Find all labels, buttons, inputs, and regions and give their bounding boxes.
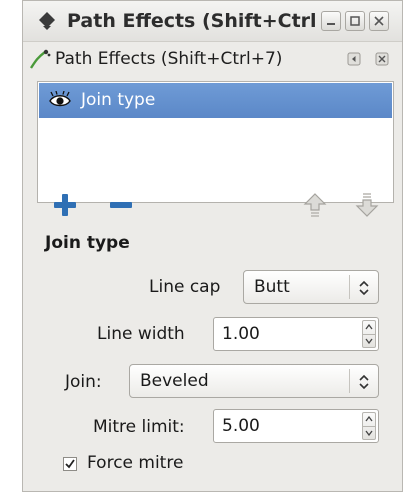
- add-effect-button[interactable]: [51, 191, 79, 219]
- combo-updown-icon: [359, 374, 369, 390]
- window-menu-icon[interactable]: [37, 11, 57, 31]
- list-item[interactable]: Join type: [39, 83, 392, 118]
- path-effects-window: Path Effects (Shift+Ctrl+7) Path Effects…: [22, 0, 403, 492]
- minus-icon: [110, 202, 132, 208]
- effect-name-heading: Join type: [45, 233, 130, 253]
- path-effects-icon: [30, 49, 51, 69]
- mitre-limit-spinbox[interactable]: 5.00: [213, 409, 379, 443]
- plus-icon: [54, 194, 76, 216]
- dock-close-icon[interactable]: [375, 52, 389, 66]
- combo-updown-icon: [359, 280, 369, 296]
- line-width-label: Line width: [97, 324, 185, 344]
- maximize-icon: [350, 16, 360, 26]
- join-label: Join:: [65, 372, 102, 392]
- force-mitre-checkbox[interactable]: [63, 457, 77, 471]
- maximize-button[interactable]: [345, 11, 365, 31]
- effects-list[interactable]: Join type: [37, 81, 394, 203]
- spin-down-icon[interactable]: [365, 338, 373, 344]
- spin-up-icon[interactable]: [365, 324, 373, 330]
- list-item-label: Join type: [81, 90, 156, 110]
- raise-effect-button[interactable]: [301, 191, 329, 219]
- line-width-stepper[interactable]: [362, 320, 376, 348]
- close-button[interactable]: [369, 11, 389, 31]
- dock-header: Path Effects (Shift+Ctrl+7): [23, 42, 402, 80]
- title-bar[interactable]: Path Effects (Shift+Ctrl+7): [23, 1, 402, 42]
- raise-arrow-icon: [303, 193, 327, 217]
- minimize-button[interactable]: [321, 11, 341, 31]
- mitre-limit-stepper[interactable]: [362, 412, 376, 440]
- minimize-icon: [327, 23, 335, 25]
- join-select[interactable]: Beveled: [129, 364, 379, 398]
- line-width-value: 1.00: [222, 324, 260, 344]
- close-icon: [374, 16, 384, 26]
- lower-effect-button[interactable]: [353, 191, 381, 219]
- line-cap-label: Line cap: [149, 277, 221, 297]
- mitre-limit-value: 5.00: [222, 416, 260, 436]
- window-title: Path Effects (Shift+Ctrl+7): [67, 10, 317, 32]
- checkmark-icon: [65, 459, 75, 469]
- mitre-limit-label: Mitre limit:: [93, 417, 185, 437]
- spin-down-icon[interactable]: [365, 430, 373, 436]
- spin-up-icon[interactable]: [365, 416, 373, 422]
- dock-iconify-icon[interactable]: [347, 52, 361, 66]
- join-value: Beveled: [140, 371, 209, 391]
- visibility-eye-icon[interactable]: [49, 91, 71, 109]
- remove-effect-button[interactable]: [107, 191, 135, 219]
- force-mitre-label[interactable]: Force mitre: [87, 453, 183, 473]
- line-width-spinbox[interactable]: 1.00: [213, 317, 379, 351]
- line-cap-value: Butt: [254, 277, 290, 297]
- line-cap-select[interactable]: Butt: [243, 270, 379, 304]
- dock-title: Path Effects (Shift+Ctrl+7): [55, 49, 283, 69]
- lower-arrow-icon: [355, 193, 379, 217]
